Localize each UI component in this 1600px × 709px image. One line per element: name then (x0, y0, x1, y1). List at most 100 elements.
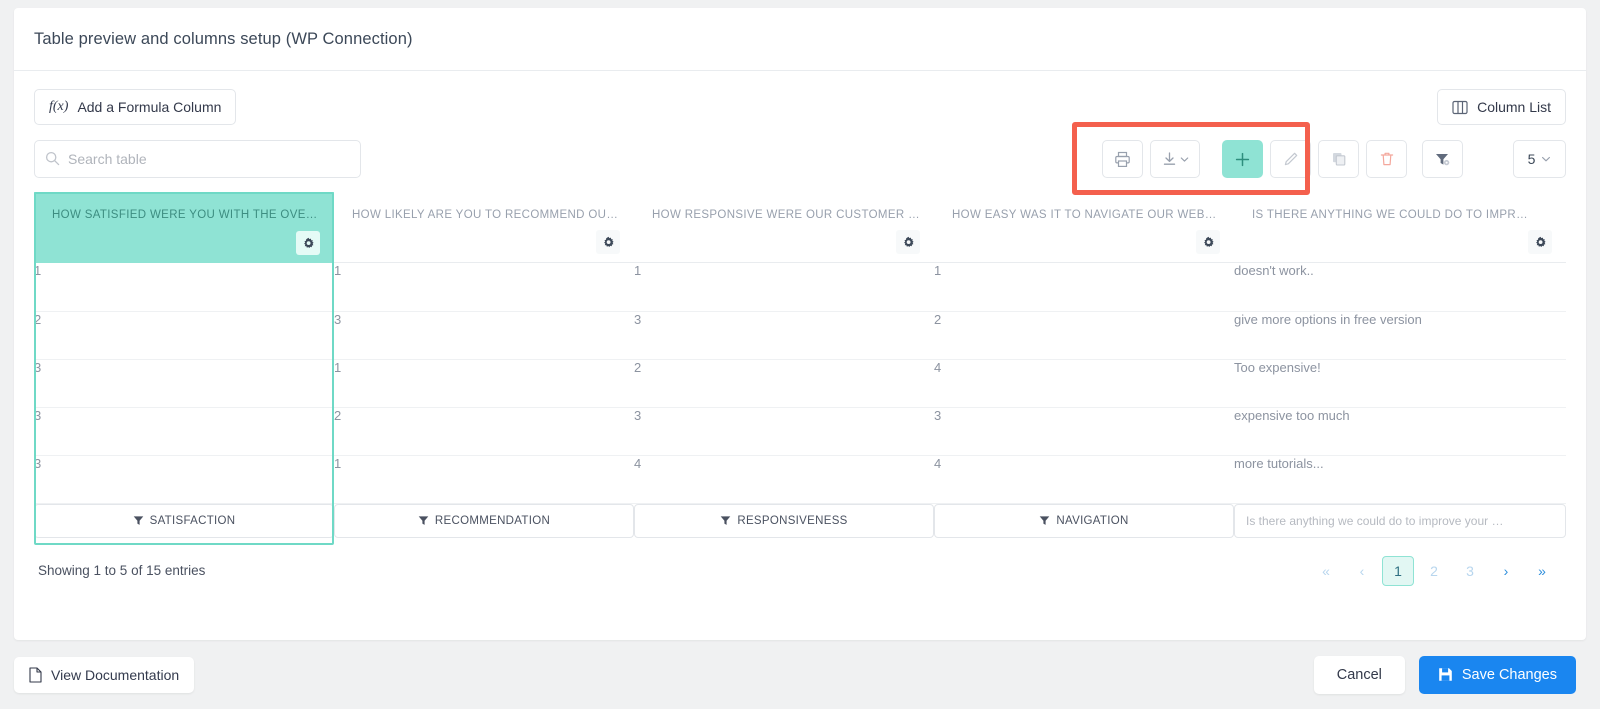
column-settings-button[interactable] (1196, 230, 1220, 254)
filter-input-improvement[interactable] (1234, 503, 1566, 538)
pagination: « ‹ 1 2 3 › » (1308, 555, 1560, 586)
app-root: Table preview and columns setup (WP Conn… (0, 0, 1600, 709)
column-settings-button[interactable] (596, 230, 620, 254)
table-row[interactable]: 2 3 3 2 give more options in free versio… (34, 311, 1566, 360)
table-foot: SATISFACTION RECOMMENDATION RESPONSIVENE… (34, 502, 1566, 538)
view-documentation-button[interactable]: View Documentation (14, 656, 195, 693)
funnel-settings-icon (1434, 151, 1451, 168)
table-cell: 2 (334, 407, 634, 456)
filter-row: SATISFACTION RECOMMENDATION RESPONSIVENE… (34, 502, 1566, 538)
filter-button-navigation[interactable]: NAVIGATION (934, 503, 1234, 538)
table-action-buttons: 5 (1072, 122, 1566, 195)
table-container: HOW SATISFIED WERE YOU WITH THE OVERA… H… (34, 192, 1566, 545)
column-header-label: IS THERE ANYTHING WE COULD DO TO IMPR… (1252, 209, 1528, 221)
column-filter-settings-button[interactable] (1422, 140, 1463, 178)
column-header-4[interactable]: IS THERE ANYTHING WE COULD DO TO IMPR… (1234, 192, 1566, 263)
table-row[interactable]: 3 1 4 4 more tutorials... (34, 455, 1566, 504)
column-header-label: HOW SATISFIED WERE YOU WITH THE OVERA… (52, 209, 320, 221)
bottom-action-bar: View Documentation Cancel Save Changes (0, 640, 1600, 709)
header-row: HOW SATISFIED WERE YOU WITH THE OVERA… H… (34, 192, 1566, 263)
filter-button-responsiveness[interactable]: RESPONSIVENESS (634, 503, 934, 538)
formula-icon: f(x) (49, 99, 69, 114)
table-body: 1 1 1 1 doesn't work.. 2 3 3 2 give more… (34, 263, 1566, 504)
page-size-select[interactable]: 5 (1513, 140, 1566, 178)
crud-button-group (1072, 122, 1407, 195)
add-formula-column-button[interactable]: f(x) Add a Formula Column (34, 89, 237, 125)
column-list-button[interactable]: Column List (1437, 89, 1566, 125)
export-group (1102, 140, 1200, 178)
filter-button-label: SATISFACTION (149, 514, 236, 527)
column-header-2[interactable]: HOW RESPONSIVE WERE OUR CUSTOMER SE… (634, 192, 934, 263)
export-download-button[interactable] (1150, 140, 1200, 178)
cancel-button[interactable]: Cancel (1313, 655, 1405, 694)
pagination-page-1[interactable]: 1 (1382, 555, 1414, 586)
columns-icon (1452, 100, 1468, 115)
table-cell: 2 (634, 359, 934, 408)
table-cell: 1 (334, 359, 634, 408)
add-formula-column-label: Add a Formula Column (77, 99, 222, 115)
gear-icon (902, 236, 915, 249)
table-cell: 3 (634, 407, 934, 456)
toolbar-row-top: f(x) Add a Formula Column Column List (34, 89, 1566, 125)
column-settings-button[interactable] (296, 231, 320, 255)
funnel-icon (133, 515, 144, 526)
table-row[interactable]: 3 2 3 3 expensive too much (34, 407, 1566, 456)
pagination-page-3[interactable]: 3 (1454, 556, 1486, 586)
page-size-value: 5 (1527, 151, 1536, 167)
filter-cell-3: NAVIGATION (934, 502, 1234, 538)
pencil-icon (1283, 151, 1299, 167)
print-icon (1114, 151, 1131, 168)
filter-cell-0: SATISFACTION (34, 502, 334, 538)
column-header-label: HOW LIKELY ARE YOU TO RECOMMEND OUR … (352, 209, 620, 221)
table-cell: 2 (934, 311, 1234, 360)
filter-cell-1: RECOMMENDATION (334, 502, 634, 538)
table-cell: 3 (334, 311, 634, 360)
page-title: Table preview and columns setup (WP Conn… (34, 29, 413, 48)
column-header-3[interactable]: HOW EASY WAS IT TO NAVIGATE OUR WEBSI… (934, 192, 1234, 263)
column-settings-button[interactable] (1528, 230, 1552, 254)
add-row-button[interactable] (1222, 140, 1263, 178)
table-cell: 1 (934, 263, 1234, 312)
delete-row-button[interactable] (1366, 140, 1407, 178)
file-icon (29, 666, 42, 683)
column-header-label: HOW EASY WAS IT TO NAVIGATE OUR WEBSI… (952, 209, 1220, 221)
table-row[interactable]: 1 1 1 1 doesn't work.. (34, 263, 1566, 312)
floppy-disk-icon (1438, 667, 1453, 682)
table-head: HOW SATISFIED WERE YOU WITH THE OVERA… H… (34, 192, 1566, 263)
table-footer: Showing 1 to 5 of 15 entries « ‹ 1 2 3 ›… (34, 538, 1566, 586)
toolbar-row-actions: 5 (34, 122, 1566, 195)
table-cell: 1 (34, 263, 334, 312)
funnel-icon (1039, 515, 1050, 526)
search-container (34, 140, 361, 178)
entries-summary: Showing 1 to 5 of 15 entries (38, 563, 206, 578)
column-settings-button[interactable] (896, 230, 920, 254)
table-cell: 3 (634, 311, 934, 360)
print-button[interactable] (1102, 140, 1143, 178)
table-cell: doesn't work.. (1234, 263, 1566, 312)
save-changes-button[interactable]: Save Changes (1418, 655, 1576, 694)
filter-button-recommendation[interactable]: RECOMMENDATION (334, 503, 634, 538)
column-list-label: Column List (1477, 99, 1551, 115)
pagination-page-2[interactable]: 2 (1418, 556, 1450, 586)
table-cell: 3 (34, 407, 334, 456)
funnel-icon (720, 515, 731, 526)
pagination-prev[interactable]: ‹ (1346, 556, 1378, 586)
filter-button-label: NAVIGATION (1056, 514, 1129, 527)
table-cell: expensive too much (1234, 407, 1566, 456)
duplicate-row-button[interactable] (1318, 140, 1359, 178)
table-cell: more tutorials... (1234, 455, 1566, 504)
table-cell: 1 (334, 263, 634, 312)
download-icon (1162, 151, 1177, 167)
table-row[interactable]: 3 1 2 4 Too expensive! (34, 359, 1566, 408)
column-header-0[interactable]: HOW SATISFIED WERE YOU WITH THE OVERA… (34, 192, 334, 263)
filter-button-satisfaction[interactable]: SATISFACTION (34, 503, 334, 538)
edit-row-button[interactable] (1270, 140, 1311, 178)
search-input[interactable] (34, 140, 361, 178)
filter-button-label: RESPONSIVENESS (737, 514, 848, 527)
pagination-first[interactable]: « (1310, 556, 1342, 586)
gear-icon (602, 236, 615, 249)
filter-cell-2: RESPONSIVENESS (634, 502, 934, 538)
column-header-1[interactable]: HOW LIKELY ARE YOU TO RECOMMEND OUR … (334, 192, 634, 263)
pagination-next[interactable]: › (1490, 556, 1522, 586)
pagination-last[interactable]: » (1526, 556, 1558, 586)
